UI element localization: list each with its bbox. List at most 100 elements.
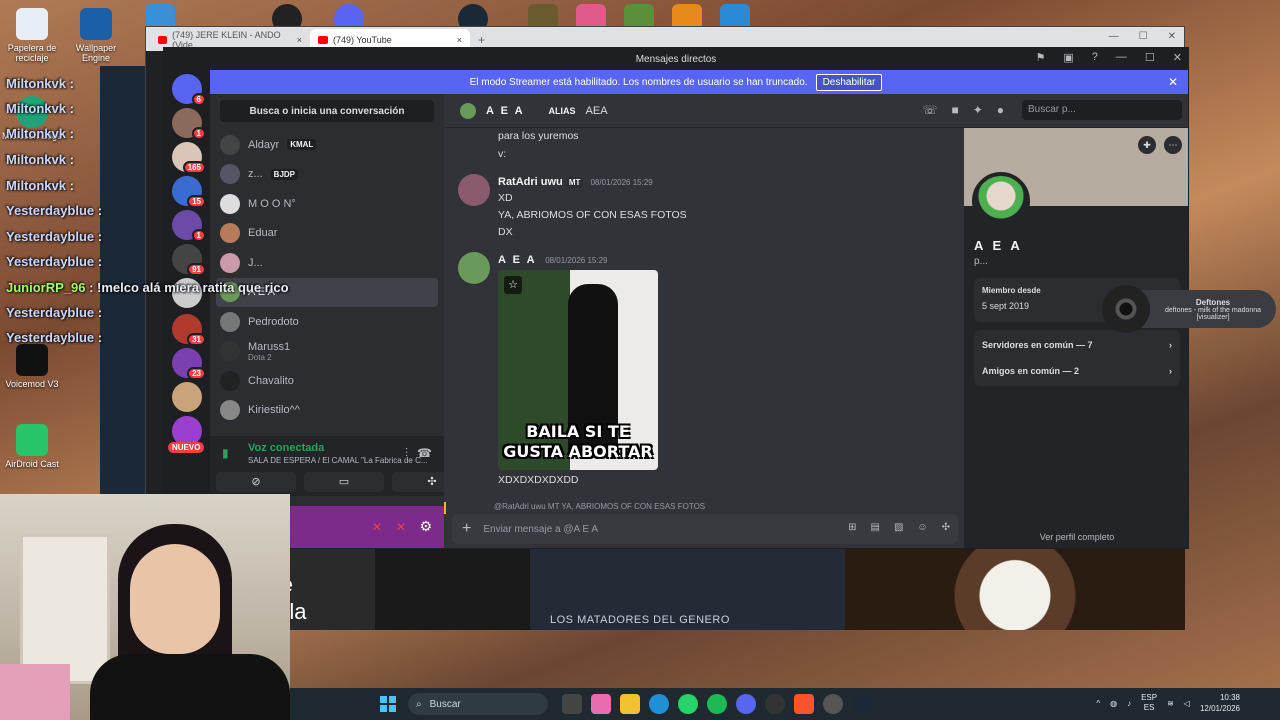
dm-item[interactable]: M O O N° — [210, 189, 444, 219]
task-view-icon[interactable] — [562, 694, 582, 714]
dm-item[interactable]: Chavalito — [210, 366, 444, 396]
gif-icon[interactable]: ▤ — [870, 522, 879, 533]
app-taskbar-icon[interactable] — [823, 694, 843, 714]
flag-icon[interactable]: ⚑ — [1036, 51, 1046, 64]
discord-home-icon[interactable]: 6 — [172, 74, 206, 106]
video-call-icon[interactable]: ■ — [951, 103, 958, 117]
more-options-icon[interactable]: ⋯ — [1164, 136, 1182, 154]
voice-channel[interactable]: SALA DE ESPERA / El CAMAL "La Fabrica de… — [248, 456, 428, 465]
message-composer[interactable]: + Enviar mensaje a @A E A ⊞ ▤ ▧ ☺ ✣ — [452, 514, 958, 544]
mic-icon[interactable]: ♪ — [1127, 699, 1131, 708]
inbox-icon[interactable]: ▣ — [1063, 51, 1073, 64]
edge-taskbar-icon[interactable] — [649, 694, 669, 714]
close-icon[interactable]: ✕ — [1168, 75, 1178, 89]
server-icon[interactable]: 23 — [172, 348, 206, 380]
clock[interactable]: 10:38 12/01/2026 — [1200, 692, 1240, 714]
webcam-person-shirt — [90, 654, 290, 720]
dm-search-button[interactable]: Busca o inicia una conversación — [220, 100, 434, 122]
gift-icon[interactable]: ⊞ — [848, 522, 856, 533]
youtube-video-area[interactable]: u estas con el Pero yo sé que ando estas… — [145, 544, 1185, 630]
minimize-icon[interactable]: — — [1109, 31, 1119, 42]
maximize-icon[interactable]: ☐ — [1145, 51, 1155, 64]
dm-item[interactable]: Eduar — [210, 219, 444, 249]
camera-off-icon[interactable]: ⊘ — [216, 472, 296, 492]
add-friend-icon[interactable]: ✚ — [1138, 136, 1156, 154]
windows-start-icon[interactable] — [380, 696, 396, 712]
avatar[interactable] — [458, 252, 490, 284]
now-playing-card[interactable]: Deftones deftones - milk of the madonna … — [1102, 285, 1276, 333]
recycle-bin-shortcut[interactable]: Papelera de reciclaje — [0, 8, 64, 63]
streamer-mode-banner: El modo Streamer está habilitado. Los no… — [164, 70, 1188, 94]
noise-suppression-icon[interactable]: ⫶ — [405, 446, 408, 461]
copilot-icon[interactable] — [591, 694, 611, 714]
video-attachment[interactable]: ☆ BAILA SI TE GUSTA ABORTAR — [498, 270, 658, 470]
server-icon[interactable]: 15 — [172, 176, 206, 208]
mute-icon[interactable]: ✕ — [372, 520, 382, 534]
voicemod-shortcut[interactable]: Voicemod V3 — [0, 344, 64, 389]
server-icon[interactable]: 165 — [172, 142, 206, 174]
close-window-icon[interactable]: ✕ — [1173, 51, 1182, 64]
gear-icon[interactable]: ⚙ — [419, 518, 432, 535]
message-text: XDXDXDXDXDD — [498, 474, 579, 486]
notification-badge: 6 — [191, 93, 206, 106]
servers-in-common-row[interactable]: Servidores en común — 7 › — [982, 332, 1172, 358]
whatsapp-icon[interactable] — [678, 694, 698, 714]
volume-icon[interactable]: ◁ — [1184, 699, 1190, 708]
help-icon[interactable]: ? — [1092, 51, 1098, 64]
dm-item[interactable]: z... BJDP — [210, 160, 444, 190]
close-icon[interactable]: × — [297, 35, 302, 45]
server-icon[interactable]: 31 — [172, 314, 206, 346]
spotify-icon[interactable] — [707, 694, 727, 714]
window-title: Mensajes directos — [635, 53, 717, 65]
server-icon[interactable]: 1 — [172, 108, 206, 140]
sticker-icon[interactable]: ▧ — [894, 522, 903, 533]
maximize-icon[interactable]: ☐ — [1139, 31, 1148, 42]
view-full-profile-link[interactable]: Ver perfil completo — [964, 532, 1188, 542]
language-indicator[interactable]: ESP ES — [1141, 693, 1157, 713]
close-window-icon[interactable]: ✕ — [1168, 31, 1176, 42]
airdroid-shortcut[interactable]: AirDroid Cast — [0, 424, 64, 469]
dm-item[interactable]: J... — [210, 248, 444, 278]
dm-item[interactable]: Aldayr KMAL — [210, 130, 444, 160]
wifi-icon[interactable]: ≋ — [1167, 699, 1174, 708]
header-icons: ☏ ■ ✦ ● — [922, 103, 1004, 117]
network-icon[interactable]: ◍ — [1110, 699, 1117, 708]
search-input[interactable]: Buscar p... — [1022, 100, 1182, 120]
dm-item[interactable]: Kiriestilo^^ — [210, 396, 444, 426]
dm-item[interactable]: Pedrodoto — [210, 307, 444, 337]
brave-icon[interactable] — [794, 694, 814, 714]
apps-icon[interactable]: ✣ — [942, 522, 950, 533]
profile-panel: ✚ ⋯ A E A p... Miembro desde 5 sept 2019… — [964, 128, 1188, 548]
screen-share-icon[interactable]: ▭ — [304, 472, 384, 492]
file-explorer-icon[interactable] — [620, 694, 640, 714]
server-icon[interactable]: 91 — [172, 244, 206, 276]
steam-taskbar-icon[interactable] — [852, 694, 872, 714]
chat-recipient-name[interactable]: A E A — [486, 105, 525, 117]
reply-preview[interactable]: @RatAdri uwu MT YA, ABRIOMOS OF CON ESAS… — [444, 502, 964, 514]
obs-taskbar-icon[interactable] — [765, 694, 785, 714]
deafen-icon[interactable]: ✕ — [396, 520, 406, 534]
add-attachment-icon[interactable]: + — [462, 520, 471, 538]
taskbar-search[interactable]: ⌕ Buscar — [408, 693, 548, 715]
star-icon[interactable]: ☆ — [504, 276, 522, 294]
voice-call-icon[interactable]: ☏ — [922, 103, 937, 117]
friends-in-common-row[interactable]: Amigos en común — 2 › — [982, 358, 1172, 384]
minimize-icon[interactable]: — — [1116, 51, 1127, 64]
emoji-icon[interactable]: ☺ — [917, 522, 927, 533]
profile-avatar[interactable] — [972, 172, 1030, 230]
dm-list: Aldayr KMAL z... BJDP M O O N° Eduar J... … — [210, 130, 444, 425]
chevron-up-icon[interactable]: ^ — [1096, 699, 1100, 708]
server-icon[interactable]: 1 — [172, 210, 206, 242]
discord-taskbar-icon[interactable] — [736, 694, 756, 714]
close-icon[interactable]: × — [457, 35, 462, 45]
user-profile-icon[interactable]: ● — [997, 103, 1004, 117]
disconnect-icon[interactable]: ☎ — [417, 446, 432, 460]
pin-icon[interactable]: ✦ — [973, 103, 983, 117]
avatar[interactable] — [458, 174, 490, 206]
disable-streamer-button[interactable]: Deshabilitar — [815, 73, 883, 91]
cat-video-thumbnail[interactable] — [845, 544, 1185, 630]
dm-item[interactable]: Maruss1 Dota 2 — [210, 337, 444, 367]
server-icon[interactable] — [172, 382, 202, 412]
wallpaper-engine-shortcut[interactable]: Wallpaper Engine — [64, 8, 128, 63]
notification-badge: 1 — [191, 229, 206, 242]
